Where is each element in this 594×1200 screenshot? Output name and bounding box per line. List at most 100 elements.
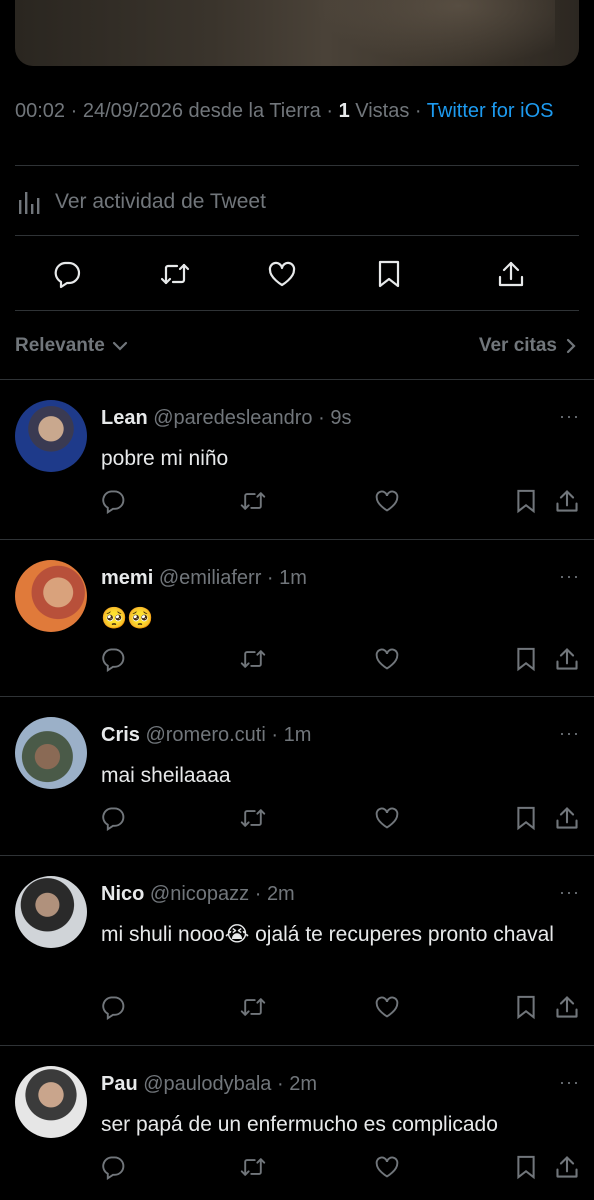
avatar[interactable]: [15, 717, 87, 789]
retweet-button[interactable]: [238, 803, 268, 833]
reply-button[interactable]: [98, 1152, 128, 1182]
retweet-icon: [239, 994, 267, 1020]
avatar[interactable]: [15, 876, 87, 948]
reply-text: pobre mi niño: [101, 447, 229, 470]
reply-time: 1m: [279, 567, 307, 589]
sort-label: Relevante: [15, 335, 105, 356]
more-options-icon[interactable]: ···: [559, 1072, 580, 1093]
tweet-action-bar: [0, 248, 594, 300]
like-button[interactable]: [372, 1152, 402, 1182]
reply-item[interactable]: Nico @nicopazz · 2m ··· mi shuli nooo😭 o…: [0, 856, 594, 1045]
reply-icon: [100, 805, 126, 831]
reply-text: mai sheilaaaa: [101, 764, 231, 787]
more-options-icon[interactable]: ···: [559, 406, 580, 427]
reply-author-handle[interactable]: @nicopazz: [150, 883, 249, 905]
reply-header: Nico @nicopazz · 2m: [101, 882, 295, 906]
divider: [15, 235, 579, 236]
tweet-media-image[interactable]: [15, 0, 579, 66]
divider: [15, 165, 579, 166]
like-button[interactable]: [266, 258, 298, 290]
more-options-icon[interactable]: ···: [559, 723, 580, 744]
quotes-link[interactable]: Ver citas: [479, 335, 579, 357]
reply-time: 9s: [330, 407, 352, 429]
reply-icon: [100, 488, 126, 514]
like-icon: [374, 489, 400, 513]
bookmark-button[interactable]: [511, 992, 541, 1022]
avatar[interactable]: [15, 1066, 87, 1138]
reply-text: mi shuli nooo😭 ojalá te recuperes pronto…: [101, 920, 561, 950]
reply-author-handle[interactable]: @emiliaferr: [159, 567, 262, 589]
like-icon: [267, 260, 297, 288]
reply-author-name[interactable]: Cris: [101, 724, 140, 746]
reply-button[interactable]: [51, 258, 83, 290]
retweet-button[interactable]: [238, 1152, 268, 1182]
share-button[interactable]: [552, 486, 582, 516]
separator: ·: [261, 567, 280, 589]
reply-item[interactable]: Pau @paulodybala · 2m ··· ser papá de un…: [0, 1046, 594, 1200]
share-button[interactable]: [552, 1152, 582, 1182]
retweet-icon: [159, 259, 191, 289]
avatar[interactable]: [15, 400, 87, 472]
retweet-button[interactable]: [238, 992, 268, 1022]
bookmark-icon: [515, 994, 537, 1020]
like-icon: [374, 647, 400, 671]
reply-button[interactable]: [98, 803, 128, 833]
views-count: 1: [338, 100, 350, 122]
reply-button[interactable]: [98, 644, 128, 674]
share-icon: [496, 259, 526, 289]
tweet-metadata: 00:02 · 24/09/2026 desde la Tierra · 1 V…: [15, 98, 579, 124]
share-button[interactable]: [552, 644, 582, 674]
reply-text-part: ojalá te recuperes pronto chaval: [249, 923, 554, 946]
bookmark-button[interactable]: [511, 803, 541, 833]
bookmark-button[interactable]: [511, 1152, 541, 1182]
reply-text: ser papá de un enfermucho es complicado: [101, 1113, 498, 1136]
reply-actions: [0, 486, 594, 520]
bookmark-icon: [515, 1154, 537, 1180]
bookmark-button[interactable]: [373, 258, 405, 290]
share-button[interactable]: [552, 803, 582, 833]
bookmark-button[interactable]: [511, 486, 541, 516]
reply-text-part: mi shuli nooo: [101, 923, 225, 946]
more-options-icon[interactable]: ···: [559, 566, 580, 587]
sort-relevance-dropdown[interactable]: Relevante: [15, 335, 129, 357]
client-link[interactable]: Twitter for iOS: [427, 100, 554, 122]
reply-item[interactable]: memi @emiliaferr · 1m ··· 🥺🥺: [0, 540, 594, 696]
bookmark-button[interactable]: [511, 644, 541, 674]
reply-button[interactable]: [98, 486, 128, 516]
separator: ·: [312, 407, 331, 429]
reply-item[interactable]: Cris @romero.cuti · 1m ··· mai sheilaaaa: [0, 697, 594, 855]
like-button[interactable]: [372, 644, 402, 674]
reply-item[interactable]: Lean @paredesleandro · 9s ··· pobre mi n…: [0, 380, 594, 539]
like-button[interactable]: [372, 486, 402, 516]
reply-author-handle[interactable]: @paredesleandro: [153, 407, 312, 429]
separator: ·: [265, 724, 284, 746]
retweet-button[interactable]: [238, 644, 268, 674]
reply-author-handle[interactable]: @romero.cuti: [145, 724, 265, 746]
reply-author-name[interactable]: Pau: [101, 1073, 138, 1095]
bookmark-icon: [376, 259, 402, 289]
reply-author-name[interactable]: Nico: [101, 883, 144, 905]
divider: [15, 310, 579, 311]
share-button[interactable]: [552, 992, 582, 1022]
retweet-icon: [239, 805, 267, 831]
retweet-icon: [239, 1154, 267, 1180]
tweet-activity-link[interactable]: Ver actividad de Tweet: [15, 184, 579, 220]
retweet-button[interactable]: [238, 486, 268, 516]
like-button[interactable]: [372, 992, 402, 1022]
replies-filter-bar: Relevante Ver citas: [15, 330, 579, 362]
avatar[interactable]: [15, 560, 87, 632]
like-icon: [374, 806, 400, 830]
share-button[interactable]: [495, 258, 527, 290]
like-button[interactable]: [372, 803, 402, 833]
reply-button[interactable]: [98, 992, 128, 1022]
reply-header: Cris @romero.cuti · 1m: [101, 723, 311, 747]
retweet-button[interactable]: [159, 258, 191, 290]
reply-author-name[interactable]: memi: [101, 567, 153, 589]
reply-author-handle[interactable]: @paulodybala: [143, 1073, 271, 1095]
reply-author-name[interactable]: Lean: [101, 407, 148, 429]
views-label: Vistas ·: [349, 100, 427, 122]
bookmark-icon: [515, 646, 537, 672]
chevron-right-icon: [563, 337, 579, 355]
reply-icon: [100, 1154, 126, 1180]
more-options-icon[interactable]: ···: [559, 882, 580, 903]
